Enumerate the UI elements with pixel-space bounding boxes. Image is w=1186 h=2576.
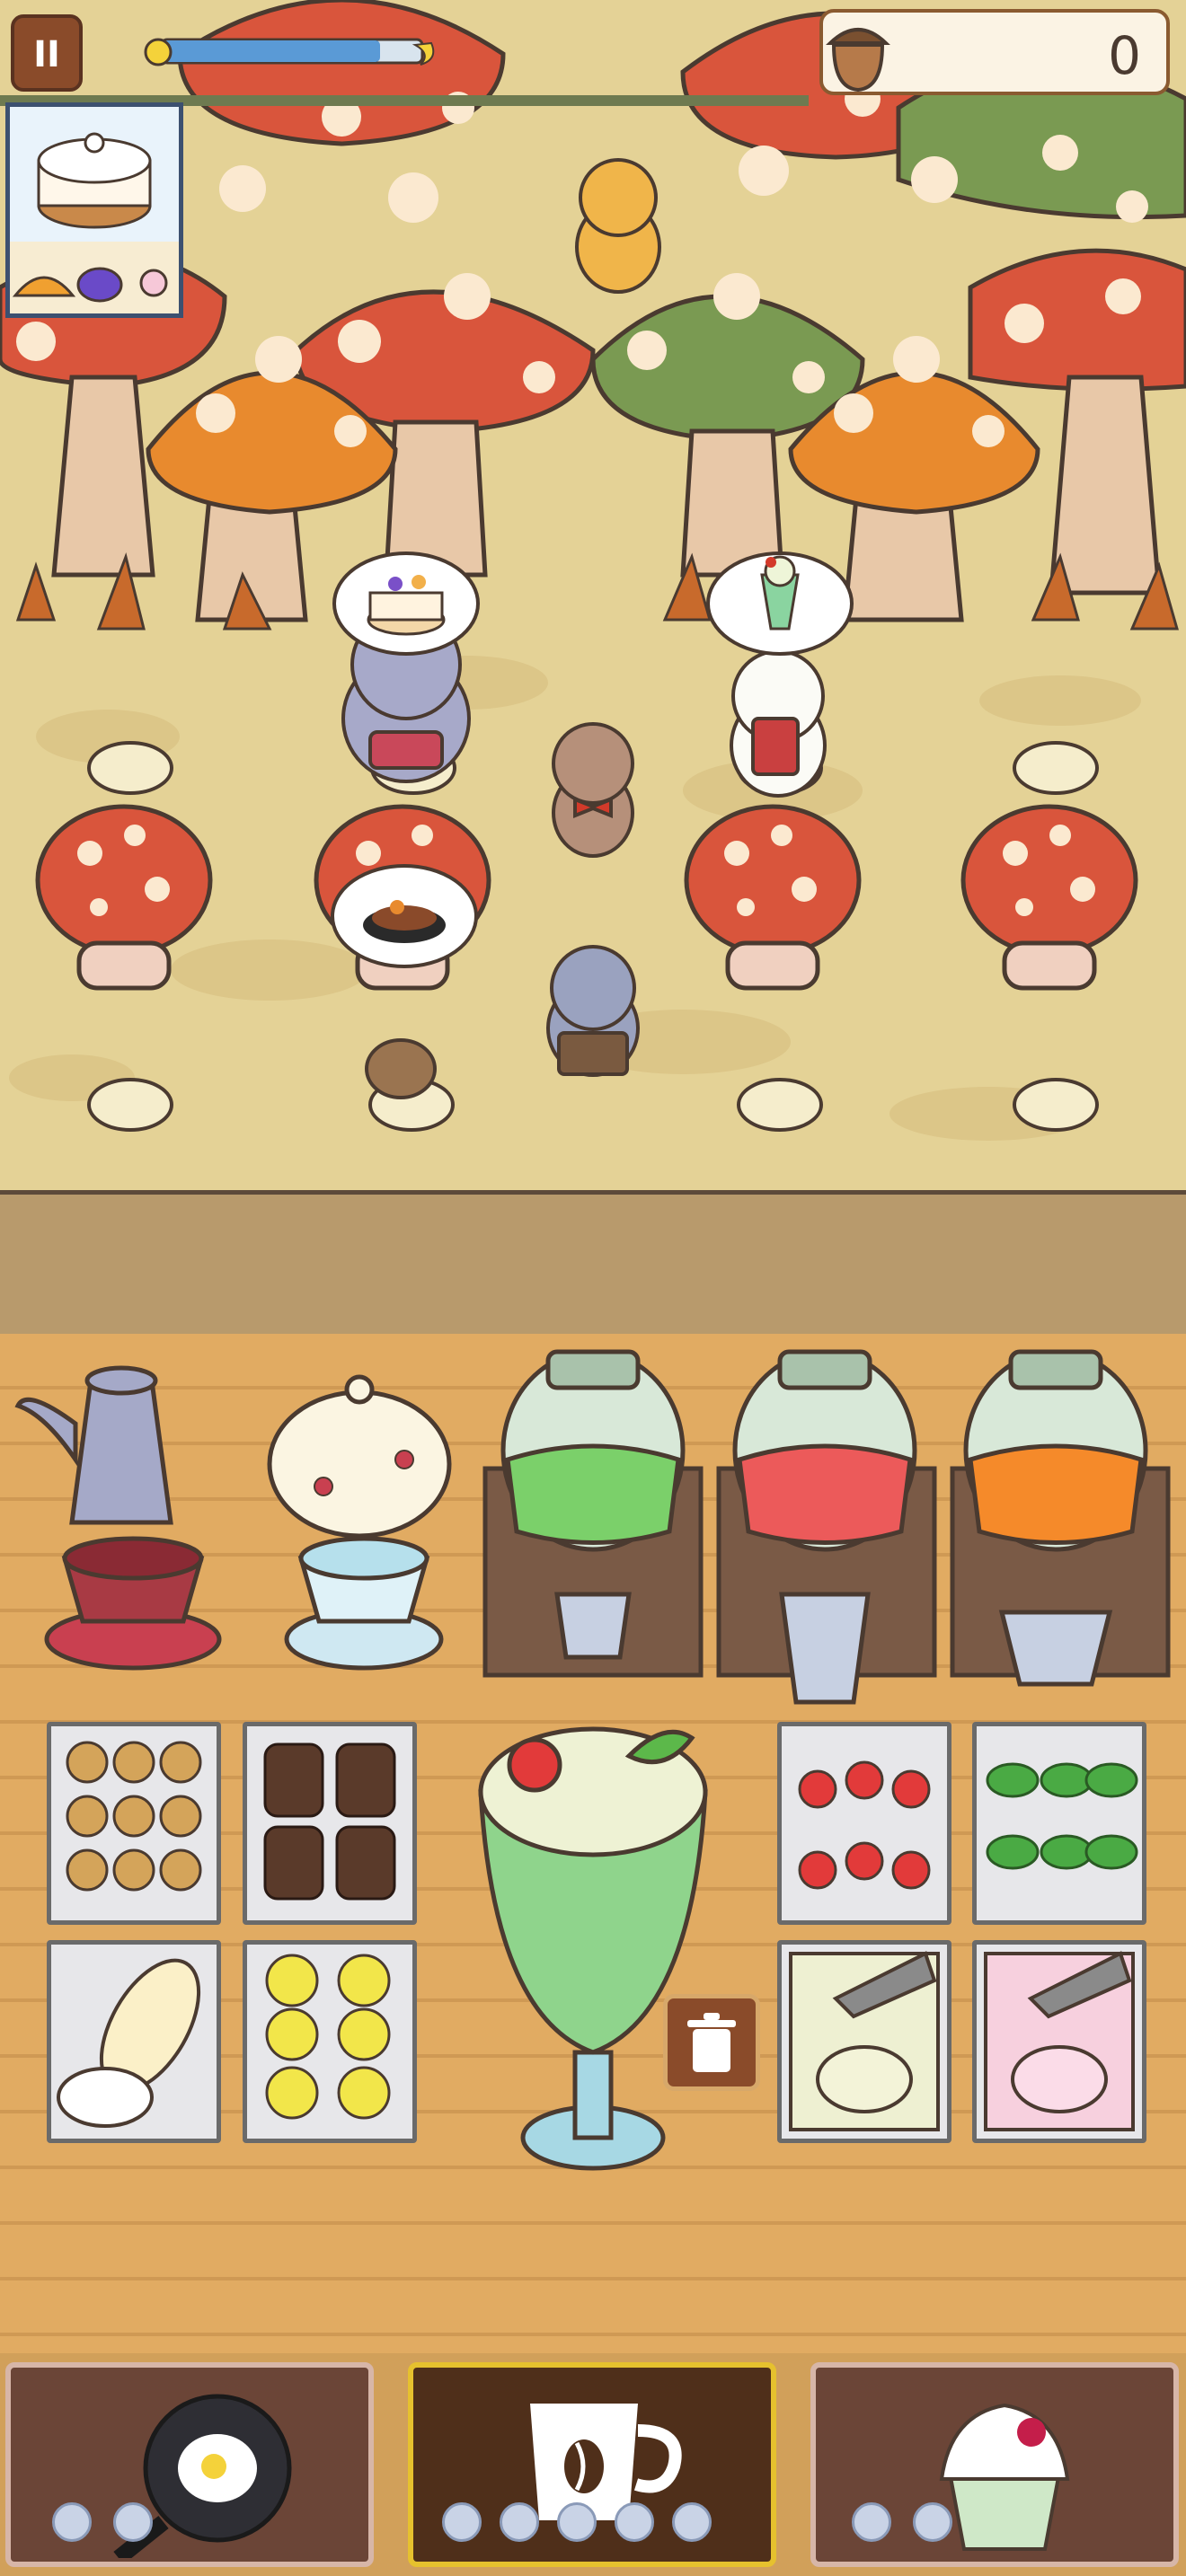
raccoon-chef <box>546 945 640 1077</box>
trash-icon <box>687 2013 736 2072</box>
bear-chocolate-bin[interactable] <box>243 1722 417 1925</box>
flower-icon <box>139 269 168 297</box>
mint-leaf-bin[interactable] <box>972 1722 1146 1925</box>
lemon-slice-bin[interactable] <box>243 1940 417 2143</box>
sun-icon <box>144 38 173 66</box>
chipmunk <box>575 158 661 294</box>
progress-dot <box>672 2502 712 2542</box>
progress-dot <box>615 2502 654 2542</box>
cream-soda-float-icon <box>478 1726 708 2171</box>
floral-teapot-icon <box>267 1374 452 1539</box>
whipped-cream-bin[interactable] <box>47 1940 221 2143</box>
progress-dot <box>52 2502 92 2542</box>
bowl-glass-icon <box>998 1610 1113 1687</box>
bear-waiter <box>552 722 634 858</box>
progress-dot <box>113 2502 153 2542</box>
red-coffee-cup-icon <box>44 1536 222 1671</box>
station-kitchen[interactable] <box>5 2362 374 2567</box>
tall-glass-icon <box>779 1592 871 1705</box>
white-cat-customer <box>730 649 827 798</box>
progress-dot <box>557 2502 597 2542</box>
paw-cookie-bin[interactable] <box>47 1722 221 1925</box>
small-glass-icon <box>554 1592 632 1660</box>
progress-dot <box>852 2502 891 2542</box>
blue-tea-cup-icon <box>284 1536 444 1671</box>
pause-button[interactable]: II <box>11 14 83 92</box>
pause-icon: II <box>33 34 60 75</box>
cherry-bin[interactable] <box>777 1722 951 1925</box>
station-bakery[interactable] <box>810 2362 1179 2567</box>
progress-dot <box>500 2502 539 2542</box>
acorn-count: 0 <box>1108 25 1141 86</box>
day-progress-bar <box>135 27 440 74</box>
melon-ice-cream-bin[interactable] <box>777 1940 951 2143</box>
acorn-counter: 0 <box>819 9 1170 95</box>
strawberry-ice-cream-bin[interactable] <box>972 1940 1146 2143</box>
acorn-icon <box>826 28 890 93</box>
kitchen-counter <box>0 1334 1186 2353</box>
blueberry-icon <box>76 267 123 303</box>
order-cake-icon <box>37 132 152 229</box>
progress-dot <box>442 2502 482 2542</box>
station-cafe[interactable] <box>408 2362 776 2567</box>
order-card <box>5 102 183 318</box>
progress-dot <box>913 2502 952 2542</box>
blue-coffee-pot-icon <box>14 1365 173 1525</box>
counter-back-wall <box>0 1190 1186 1345</box>
trash-button[interactable] <box>663 1994 760 2091</box>
bird-customer <box>365 1038 437 1099</box>
